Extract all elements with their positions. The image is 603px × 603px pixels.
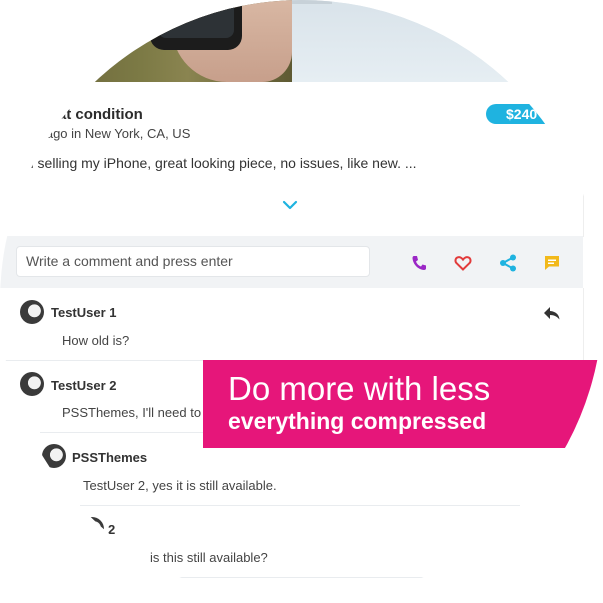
comment-author[interactable]: PSSThemes	[72, 450, 147, 465]
circular-frame: e great condition eks ago in New York, C…	[0, 0, 603, 603]
promo-subline: everything compressed	[228, 408, 487, 434]
comment-divider	[80, 505, 520, 506]
comment-author[interactable]: TestUser 2	[51, 378, 117, 393]
avatar[interactable]	[80, 517, 104, 541]
chevron-down-icon[interactable]	[282, 198, 298, 212]
comment-author[interactable]: TestUser 1	[51, 305, 117, 320]
avatar[interactable]	[20, 300, 44, 324]
cable-image	[292, 0, 332, 4]
promo-banner: Do more with less everything compressed	[203, 360, 603, 448]
share-icon[interactable]	[498, 253, 518, 273]
promo-headline: Do more with less	[228, 370, 491, 407]
phone-image	[150, 0, 242, 50]
product-photo	[0, 0, 603, 82]
price-badge: $240	[486, 104, 603, 124]
comment-text: PSSThemes, I'll need to s	[62, 405, 212, 420]
phone-icon[interactable]	[409, 253, 429, 273]
comment-text: is this still available?	[150, 550, 268, 565]
avatar[interactable]	[42, 444, 66, 468]
comment-divider	[120, 577, 520, 578]
comment-author[interactable]: 2	[108, 522, 115, 537]
heart-icon[interactable]	[453, 253, 473, 273]
photo-background-sky	[292, 0, 603, 82]
phone-screen	[158, 0, 234, 38]
app-screenshot: e great condition eks ago in New York, C…	[0, 0, 603, 603]
chat-icon[interactable]	[542, 253, 562, 273]
reply-icon[interactable]	[543, 305, 561, 321]
comment-input[interactable]: Write a comment and press enter	[16, 246, 370, 277]
listing-description: m selling my iPhone, great looking piece…	[22, 155, 417, 171]
comment-text: How old is?	[62, 333, 130, 348]
listing-title[interactable]: e great condition	[22, 106, 143, 123]
avatar[interactable]	[20, 372, 44, 396]
comment-text: TestUser 2, yes it is still available.	[83, 478, 277, 493]
listing-meta: eks ago in New York, CA, US	[22, 126, 191, 141]
